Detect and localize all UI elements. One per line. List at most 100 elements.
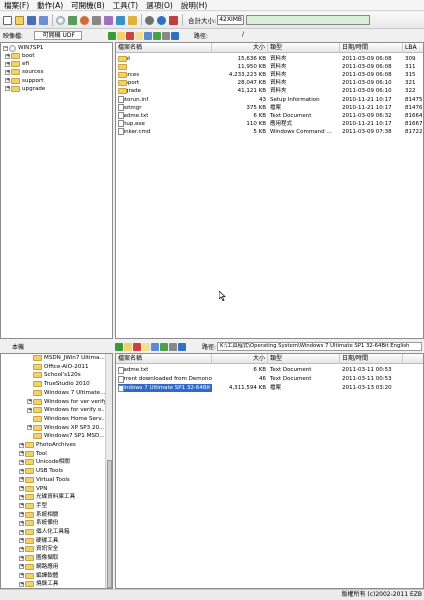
expand-icon[interactable]: +: [27, 425, 32, 431]
expand-icon[interactable]: +: [19, 564, 24, 570]
local-tree-item[interactable]: + PhotoArchives: [19, 441, 76, 449]
up-folder-icon[interactable]: [107, 31, 116, 40]
file-row[interactable]: readme.txt 6 KB Text Document 2011-03-09 06…: [116, 112, 423, 120]
expand-icon[interactable]: +: [19, 451, 24, 457]
expand-icon[interactable]: +: [19, 486, 24, 491]
local-tree-item[interactable]: + Windows for verify o...: [27, 406, 106, 414]
new-folder-icon[interactable]: [116, 31, 125, 40]
compress-icon[interactable]: [103, 15, 114, 26]
menu-item[interactable]: 檔案(F): [0, 0, 33, 11]
tree-item-upgrade[interactable]: + upgrade: [5, 85, 45, 93]
local-tree-item[interactable]: + 燒錄工具: [19, 580, 58, 588]
local-tree-item[interactable]: + VPN: [19, 485, 47, 493]
expand-icon[interactable]: +: [19, 477, 24, 483]
file-row[interactable]: thinker.cmd 5 KB Windows Command ... 2011-0…: [116, 128, 423, 136]
lower-path-field[interactable]: K:\工具程式\Operating System\Windows 7 Ultim…: [217, 342, 422, 351]
file-row[interactable]: autorun.inf 43 Setup Information 2010-11-21…: [116, 96, 423, 104]
local-tree-item[interactable]: + USB Tools: [19, 467, 63, 475]
add-folder-icon[interactable]: [134, 31, 143, 40]
file-row[interactable]: Torrent downloaded from Demonoi... 46 Text…: [116, 375, 423, 383]
settings-icon[interactable]: [161, 31, 170, 40]
file-row[interactable]: setup.exe 110 KB 應用程式 2010-11-21 10:17 81667: [116, 120, 423, 128]
column-header[interactable]: 日期/時間: [340, 354, 403, 364]
expand-icon[interactable]: +: [19, 581, 24, 587]
menu-item[interactable]: 說明(H): [177, 0, 212, 11]
extract-icon[interactable]: [67, 15, 78, 26]
local-tree-item[interactable]: MSDN_JWin7 Ultima...: [27, 354, 105, 362]
file-row[interactable]: support 28,047 KB 資料夾 2011-03-09 06:10 321: [116, 79, 423, 87]
file-row[interactable]: readme.txt 6 KB Text Document 2011-03-11 00…: [116, 366, 423, 374]
menu-item[interactable]: 動作(A): [33, 0, 67, 11]
file-row[interactable]: efi 11,950 KB 資料夾 2011-03-09 06:08 311: [116, 63, 423, 71]
local-tree-item[interactable]: + 系統相關: [19, 511, 58, 519]
new-folder-icon[interactable]: [124, 342, 132, 351]
column-header[interactable]: 大小: [212, 43, 268, 53]
upper-path-field[interactable]: /: [240, 31, 424, 40]
local-tree-item[interactable]: Office-AIO-2011: [27, 363, 89, 371]
local-tree-item[interactable]: + Windows for ver verify...: [27, 398, 111, 406]
tree-item-sources[interactable]: + sources: [5, 68, 44, 76]
expand-icon[interactable]: +: [19, 538, 24, 544]
file-row[interactable]: bootmgr 375 KB 檔案 2010-11-21 10:17 81476: [116, 104, 423, 112]
help-icon[interactable]: [156, 15, 167, 26]
up-folder-icon[interactable]: [115, 342, 123, 351]
local-tree-item[interactable]: + Virtual Tools: [19, 476, 70, 484]
local-tree-item[interactable]: + Windows XP SP3 20...: [27, 424, 104, 432]
local-tree-item[interactable]: + 光碟資料庫工具: [19, 493, 75, 501]
extract-to-icon[interactable]: [160, 342, 168, 351]
file-row[interactable]: Windows 7 Ultimate SP1 32-64Bit ... 4,311…: [116, 384, 423, 392]
local-tree-item[interactable]: + 圖像擷取: [19, 554, 58, 562]
settings-icon[interactable]: [169, 342, 177, 351]
expand-icon[interactable]: +: [5, 53, 10, 59]
local-tree-item[interactable]: + 個人化工具箱: [19, 528, 70, 536]
file-row[interactable]: sources 4,233,223 KB 資料夾 2011-03-09 06:08 31…: [116, 71, 423, 79]
local-tree-item[interactable]: + 手型: [19, 502, 47, 510]
expand-icon[interactable]: +: [19, 573, 24, 578]
register-icon[interactable]: [168, 15, 179, 26]
local-tree-item[interactable]: + 網路應用: [19, 563, 58, 571]
local-tree-item[interactable]: + Unicode相關: [19, 458, 70, 466]
save-as-icon[interactable]: [38, 15, 49, 26]
new-icon[interactable]: [2, 15, 13, 26]
tree-item-support[interactable]: + support: [5, 77, 43, 85]
add-file-icon[interactable]: [143, 31, 152, 40]
add-file-icon[interactable]: [151, 342, 159, 351]
expand-icon[interactable]: +: [27, 407, 32, 413]
expand-icon[interactable]: +: [5, 78, 10, 84]
burn-icon[interactable]: [79, 15, 90, 26]
expand-icon[interactable]: +: [19, 555, 24, 561]
column-header[interactable]: 大小: [212, 354, 268, 364]
tree-item-efi[interactable]: + efi: [5, 60, 29, 68]
local-tree-item[interactable]: Windows7 SP1 MSD...: [27, 432, 105, 440]
column-header[interactable]: LBA: [403, 43, 423, 53]
add-folder-icon[interactable]: [142, 342, 150, 351]
file-row[interactable]: boot 15,636 KB 資料夾 2011-03-09 06:08 309: [116, 55, 423, 63]
delete-icon[interactable]: [125, 31, 134, 40]
verify-icon[interactable]: [115, 15, 126, 26]
mount-icon[interactable]: [91, 15, 102, 26]
local-tree-item[interactable]: + 編譯軟體: [19, 572, 58, 580]
delete-icon[interactable]: [133, 342, 141, 351]
tree-root[interactable]: − WIN7SP1: [3, 44, 43, 52]
column-header[interactable]: 日期/時間: [340, 43, 403, 53]
expand-icon[interactable]: +: [19, 459, 24, 465]
expand-icon[interactable]: +: [19, 503, 24, 509]
cd-icon[interactable]: [55, 15, 66, 26]
image-type-field[interactable]: 可開機 UDF: [34, 31, 82, 40]
save-icon[interactable]: [26, 15, 37, 26]
expand-icon[interactable]: +: [19, 442, 24, 448]
scrollbar-thumb[interactable]: [107, 460, 112, 588]
column-header[interactable]: 類型: [268, 43, 340, 53]
column-header[interactable]: 檔案名稱: [116, 43, 212, 53]
expand-icon[interactable]: +: [19, 512, 24, 518]
column-header[interactable]: 檔案名稱: [116, 354, 212, 364]
expand-icon[interactable]: +: [5, 86, 10, 92]
collapse-icon[interactable]: −: [3, 45, 8, 51]
expand-icon[interactable]: +: [19, 529, 24, 535]
expand-icon[interactable]: +: [19, 468, 24, 474]
file-row[interactable]: upgrade 41,121 KB 資料夾 2011-03-09 06:10 322: [116, 87, 423, 95]
expand-icon[interactable]: +: [5, 61, 10, 67]
tree-item-boot[interactable]: + boot: [5, 52, 35, 60]
expand-icon[interactable]: +: [27, 399, 32, 404]
expand-icon[interactable]: +: [5, 69, 10, 75]
